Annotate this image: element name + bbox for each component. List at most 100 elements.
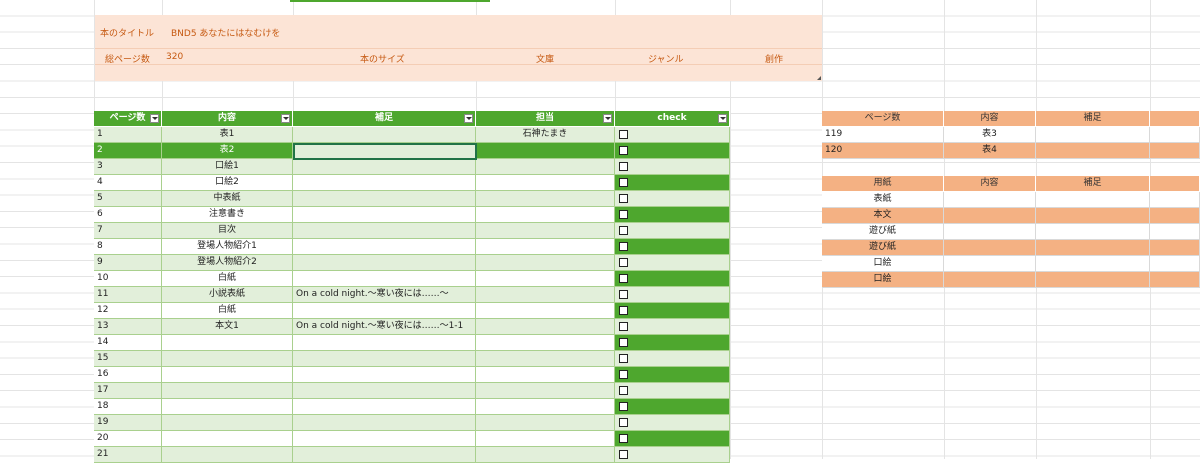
content-cell[interactable] (944, 192, 1036, 208)
check-cell[interactable] (615, 287, 730, 303)
page-number-cell[interactable]: 19 (94, 415, 162, 431)
content-cell[interactable]: 白紙 (162, 271, 293, 287)
page-number-cell[interactable]: 13 (94, 319, 162, 335)
content-cell[interactable] (162, 335, 293, 351)
extra-cell[interactable] (1150, 224, 1200, 240)
total-pages-value[interactable]: 320 (166, 52, 183, 62)
content-cell[interactable]: 目次 (162, 223, 293, 239)
page-number-cell[interactable]: 14 (94, 335, 162, 351)
column-header[interactable]: 内容 (944, 111, 1036, 127)
filter-dropdown-icon[interactable] (150, 114, 159, 123)
column-header[interactable]: 用紙 (822, 176, 944, 192)
table-row[interactable]: 表紙 (822, 192, 1200, 208)
owner-cell[interactable] (476, 335, 615, 351)
owner-cell[interactable] (476, 319, 615, 335)
table-row[interactable]: 14 (94, 335, 730, 351)
owner-cell[interactable] (476, 287, 615, 303)
page-number-cell[interactable]: 18 (94, 399, 162, 415)
table-row[interactable]: 遊び紙 (822, 224, 1200, 240)
table-row[interactable]: 9 登場人物紹介2 (94, 255, 730, 271)
checkbox-icon[interactable] (619, 354, 628, 363)
content-cell[interactable] (944, 240, 1036, 256)
content-cell[interactable] (944, 272, 1036, 288)
note-cell[interactable] (293, 415, 476, 431)
checkbox-icon[interactable] (619, 258, 628, 267)
page-cell[interactable]: 119 (822, 127, 944, 143)
column-header[interactable] (1150, 176, 1200, 192)
column-header[interactable]: 補足 (1036, 176, 1150, 192)
extra-cell[interactable] (1150, 127, 1200, 143)
note-cell[interactable] (293, 399, 476, 415)
checkbox-icon[interactable] (619, 274, 628, 283)
check-cell[interactable] (615, 303, 730, 319)
page-number-cell[interactable]: 1 (94, 127, 162, 143)
owner-cell[interactable] (476, 399, 615, 415)
paper-cell[interactable]: 口絵 (822, 256, 944, 272)
note-cell[interactable]: On a cold night.～寒い夜には……～ (293, 287, 476, 303)
owner-cell[interactable] (476, 271, 615, 287)
note-cell[interactable] (293, 447, 476, 463)
table-row[interactable]: 120 表4 (822, 143, 1200, 159)
note-cell[interactable] (293, 223, 476, 239)
page-number-cell[interactable]: 15 (94, 351, 162, 367)
check-cell[interactable] (615, 447, 730, 463)
table-row[interactable]: 21 (94, 447, 730, 463)
content-cell[interactable]: 口絵1 (162, 159, 293, 175)
owner-cell[interactable] (476, 431, 615, 447)
owner-cell[interactable] (476, 351, 615, 367)
checkbox-icon[interactable] (619, 450, 628, 459)
checkbox-icon[interactable] (619, 162, 628, 171)
note-cell[interactable] (293, 127, 476, 143)
checkbox-icon[interactable] (619, 402, 628, 411)
table-row[interactable]: 本文 (822, 208, 1200, 224)
filter-dropdown-icon[interactable] (281, 114, 290, 123)
page-number-cell[interactable]: 8 (94, 239, 162, 255)
check-cell[interactable] (615, 271, 730, 287)
checkbox-icon[interactable] (619, 242, 628, 251)
table-row[interactable]: 12 白紙 (94, 303, 730, 319)
table-row[interactable]: 5 中表紙 (94, 191, 730, 207)
checkbox-icon[interactable] (619, 386, 628, 395)
column-header[interactable]: 補足 (1036, 111, 1150, 127)
column-header[interactable]: 内容 (162, 111, 293, 127)
check-cell[interactable] (615, 175, 730, 191)
table-row[interactable]: 18 (94, 399, 730, 415)
check-cell[interactable] (615, 399, 730, 415)
content-cell[interactable] (162, 383, 293, 399)
page-number-cell[interactable]: 21 (94, 447, 162, 463)
owner-cell[interactable] (476, 367, 615, 383)
extra-cell[interactable] (1150, 240, 1200, 256)
checkbox-icon[interactable] (619, 210, 628, 219)
note-cell[interactable] (293, 175, 476, 191)
checkbox-icon[interactable] (619, 146, 628, 155)
note-cell[interactable] (293, 335, 476, 351)
table-row[interactable]: 17 (94, 383, 730, 399)
table-row[interactable]: 20 (94, 431, 730, 447)
table-row[interactable]: 11 小説表紙 On a cold night.～寒い夜には……～ (94, 287, 730, 303)
page-number-cell[interactable]: 4 (94, 175, 162, 191)
checkbox-icon[interactable] (619, 338, 628, 347)
owner-cell[interactable] (476, 159, 615, 175)
extra-cell[interactable] (1150, 256, 1200, 272)
check-cell[interactable] (615, 415, 730, 431)
resize-handle-icon[interactable] (817, 76, 821, 80)
table-row[interactable]: 1 表1 石神たまき (94, 127, 730, 143)
extra-cell[interactable] (1150, 143, 1200, 159)
page-number-cell[interactable]: 7 (94, 223, 162, 239)
column-header[interactable]: 内容 (944, 176, 1036, 192)
extra-cell[interactable] (1150, 208, 1200, 224)
owner-cell[interactable] (476, 303, 615, 319)
note-cell[interactable] (1036, 127, 1150, 143)
filter-dropdown-icon[interactable] (603, 114, 612, 123)
table-row[interactable]: 口絵 (822, 272, 1200, 288)
table-row[interactable]: 8 登場人物紹介1 (94, 239, 730, 255)
owner-cell[interactable] (476, 239, 615, 255)
check-cell[interactable] (615, 239, 730, 255)
content-cell[interactable]: 白紙 (162, 303, 293, 319)
page-number-cell[interactable]: 10 (94, 271, 162, 287)
page-number-cell[interactable]: 17 (94, 383, 162, 399)
content-cell[interactable] (162, 431, 293, 447)
content-cell[interactable] (162, 415, 293, 431)
page-number-cell[interactable]: 20 (94, 431, 162, 447)
owner-cell[interactable] (476, 175, 615, 191)
